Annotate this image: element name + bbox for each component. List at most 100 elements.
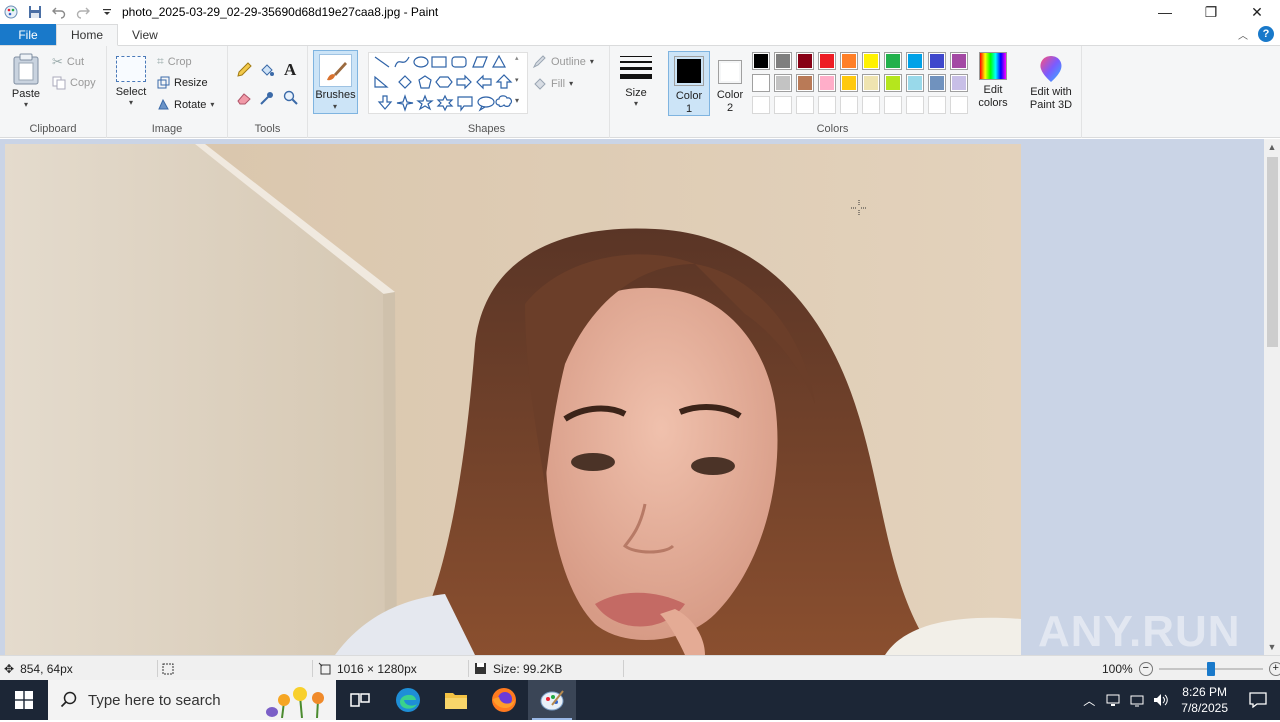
vertical-scrollbar[interactable]: ▲ ▼ <box>1264 139 1280 655</box>
zoom-slider-thumb[interactable] <box>1206 661 1215 676</box>
palette-custom-slot[interactable] <box>950 96 968 114</box>
palette-swatch[interactable] <box>906 52 924 70</box>
palette-custom-slot[interactable] <box>906 96 924 114</box>
outline-button[interactable]: Outline ▾ <box>532 54 594 69</box>
magnifier-icon[interactable] <box>283 90 299 109</box>
palette-swatch[interactable] <box>818 74 836 92</box>
palette-custom-slot[interactable] <box>774 96 792 114</box>
shapes-scroll-up-icon[interactable]: ▴ <box>515 54 519 62</box>
select-button[interactable]: Select ▾ <box>115 56 147 107</box>
shapes-more-icon[interactable]: ▾ <box>515 96 519 105</box>
show-hidden-icons-icon[interactable]: ︿ <box>1077 692 1101 709</box>
palette-swatch[interactable] <box>818 52 836 70</box>
palette-custom-slot[interactable] <box>818 96 836 114</box>
palette-swatch[interactable] <box>862 52 880 70</box>
palette-custom-slot[interactable] <box>752 96 770 114</box>
paint-taskbar-button[interactable] <box>528 680 576 720</box>
zoom-in-icon[interactable]: + <box>1268 661 1280 676</box>
palette-custom-slot[interactable] <box>796 96 814 114</box>
palette-swatch[interactable] <box>928 52 946 70</box>
zoom-slider[interactable] <box>1158 661 1263 676</box>
rectangle-callout-shape-icon <box>457 96 473 112</box>
fill-button[interactable]: Fill ▾ <box>532 76 573 91</box>
canvas-image[interactable] <box>5 144 1021 655</box>
scrollbar-thumb[interactable] <box>1267 157 1278 347</box>
palette-swatch[interactable] <box>950 74 968 92</box>
file-explorer-taskbar-button[interactable] <box>432 680 480 720</box>
palette-swatch[interactable] <box>774 52 792 70</box>
copy-button[interactable]: Copy <box>52 76 96 90</box>
firefox-taskbar-button[interactable] <box>480 680 528 720</box>
cursor-position: ✥ 854, 64px <box>4 656 73 681</box>
edit-colors-button[interactable]: Edit colors <box>976 52 1010 118</box>
undo-icon[interactable] <box>50 3 68 21</box>
display-icon[interactable] <box>1125 693 1149 707</box>
resize-button[interactable]: Resize <box>157 76 208 89</box>
shapes-gallery[interactable] <box>368 52 528 114</box>
palette-swatch[interactable] <box>840 52 858 70</box>
paste-label: Paste <box>11 88 41 100</box>
palette-swatch[interactable] <box>796 52 814 70</box>
size-button[interactable]: Size ▾ <box>618 54 654 108</box>
palette-swatch[interactable] <box>906 74 924 92</box>
cut-button[interactable]: ✂ Cut <box>52 54 84 70</box>
save-icon[interactable] <box>26 3 44 21</box>
tab-view[interactable]: View <box>118 24 172 45</box>
select-dropdown-icon[interactable]: ▾ <box>129 98 133 107</box>
eraser-icon[interactable] <box>236 90 252 109</box>
color2-button[interactable]: Color 2 <box>712 51 748 116</box>
close-button[interactable]: ✕ <box>1234 0 1280 24</box>
palette-custom-slot[interactable] <box>840 96 858 114</box>
palette-custom-slot[interactable] <box>884 96 902 114</box>
palette-swatch-fill <box>952 54 966 68</box>
palette-custom-slot[interactable] <box>862 96 880 114</box>
restore-button[interactable]: ❐ <box>1188 0 1234 24</box>
text-tool-icon[interactable]: A <box>284 60 296 80</box>
palette-swatch-fill <box>754 54 768 68</box>
crop-button[interactable]: ⌗ Crop <box>157 54 192 69</box>
tab-file[interactable]: File <box>0 24 56 45</box>
rotate-button[interactable]: Rotate ▾ <box>157 98 214 111</box>
palette-swatch[interactable] <box>950 52 968 70</box>
cut-label: Cut <box>66 56 85 68</box>
palette-custom-slot[interactable] <box>928 96 946 114</box>
palette-swatch-fill <box>842 76 856 90</box>
volume-icon[interactable] <box>1149 693 1173 707</box>
palette-swatch[interactable] <box>752 52 770 70</box>
color1-button[interactable]: Color 1 <box>668 51 710 116</box>
palette-swatch[interactable] <box>884 74 902 92</box>
edit-with-paint3d-button[interactable]: Edit with Paint 3D <box>1020 54 1082 112</box>
pencil-icon[interactable] <box>236 62 252 81</box>
task-view-button[interactable] <box>336 680 384 720</box>
taskbar-search[interactable]: Type here to search <box>48 680 336 720</box>
palette-swatch[interactable] <box>862 74 880 92</box>
shapes-scroll-down-icon[interactable]: ▾ <box>515 76 519 84</box>
customize-qat-icon[interactable] <box>98 3 116 21</box>
scroll-down-arrow-icon[interactable]: ▼ <box>1264 639 1280 655</box>
minimize-button[interactable]: — <box>1142 0 1188 24</box>
collapse-ribbon-icon[interactable]: ︿ <box>1238 27 1248 42</box>
tab-home[interactable]: Home <box>56 24 119 46</box>
palette-swatch[interactable] <box>752 74 770 92</box>
edge-taskbar-button[interactable] <box>384 680 432 720</box>
help-icon[interactable]: ? <box>1258 26 1274 42</box>
redo-icon[interactable] <box>74 3 92 21</box>
clock[interactable]: 8:26 PM 7/8/2025 <box>1173 684 1236 716</box>
palette-swatch[interactable] <box>840 74 858 92</box>
brushes-button[interactable]: Brushes ▾ <box>313 50 358 114</box>
network-icon[interactable] <box>1101 693 1125 707</box>
paste-dropdown-icon[interactable]: ▾ <box>24 100 28 109</box>
palette-swatch[interactable] <box>928 74 946 92</box>
palette-swatch[interactable] <box>884 52 902 70</box>
color-picker-icon[interactable] <box>259 90 275 109</box>
fill-bucket-icon[interactable] <box>259 62 275 81</box>
notifications-icon[interactable] <box>1236 692 1280 708</box>
start-button[interactable] <box>0 680 48 720</box>
palette-swatch[interactable] <box>796 74 814 92</box>
palette-swatch[interactable] <box>774 74 792 92</box>
canvas-area[interactable]: ANY.RUN <box>0 139 1264 655</box>
zoom-out-icon[interactable]: − <box>1138 661 1153 676</box>
paint-app-icon[interactable] <box>2 3 20 21</box>
paste-button[interactable]: Paste ▾ <box>8 52 44 109</box>
scroll-up-arrow-icon[interactable]: ▲ <box>1264 139 1280 155</box>
